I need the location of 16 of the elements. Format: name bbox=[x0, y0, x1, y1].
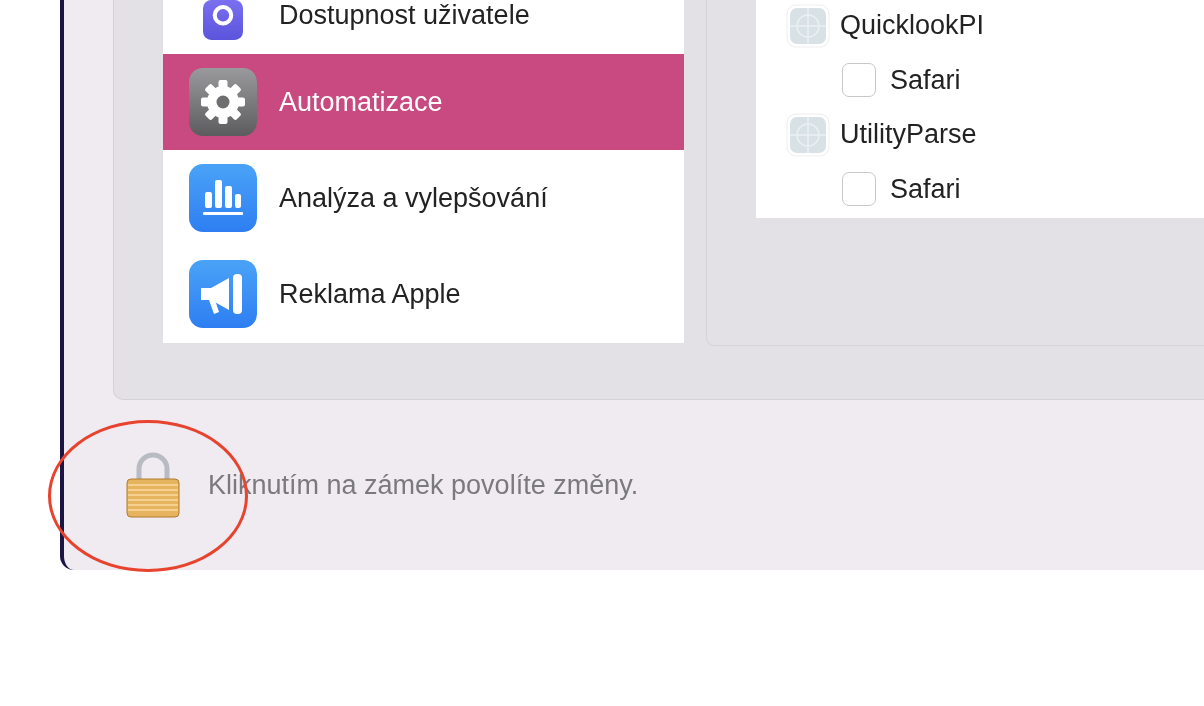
app-icon bbox=[786, 112, 830, 157]
gear-icon bbox=[189, 68, 257, 136]
checkbox[interactable] bbox=[842, 172, 876, 207]
lock-icon[interactable] bbox=[124, 451, 182, 519]
app-row: UtilityParse bbox=[786, 109, 1204, 161]
app-icon bbox=[786, 3, 830, 48]
permission-row: Safari bbox=[786, 160, 1204, 218]
app-row: QuicklookPI bbox=[786, 0, 1204, 52]
sidebar-item[interactable]: Dostupnost uživatele bbox=[163, 0, 684, 54]
permission-row: Safari bbox=[786, 51, 1204, 109]
checkbox[interactable] bbox=[842, 63, 876, 98]
bar-chart-icon bbox=[189, 164, 257, 232]
sidebar-item[interactable]: Automatizace bbox=[163, 54, 684, 150]
sidebar-item[interactable]: Analýza a vylepšování bbox=[163, 150, 684, 246]
sidebar-item[interactable]: Reklama Apple bbox=[163, 246, 684, 342]
megaphone-icon bbox=[189, 260, 257, 328]
